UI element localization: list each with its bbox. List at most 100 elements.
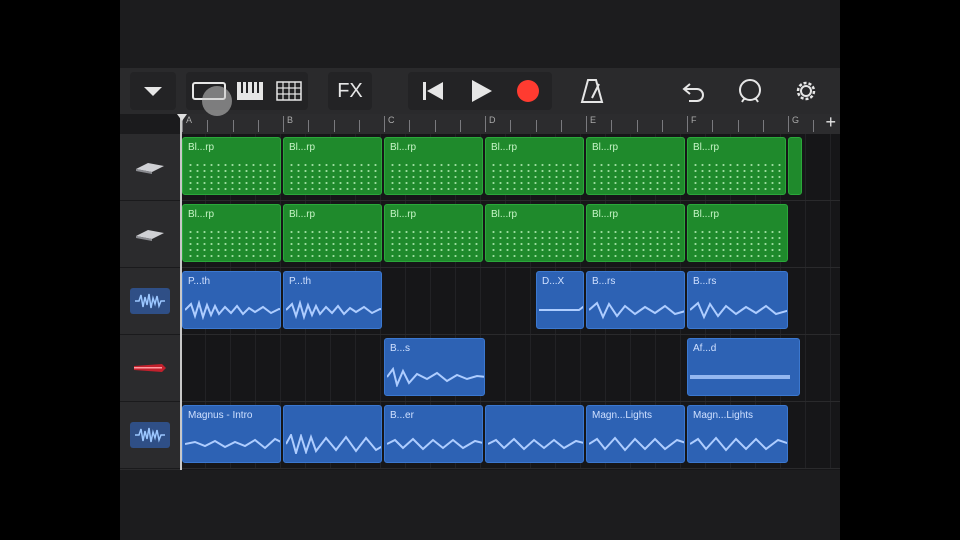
tracks-area[interactable]: Bl...rp Bl...rp Bl...rp Bl...rp Bl...rp … (180, 134, 840, 470)
audio-waveform-icon (130, 288, 170, 314)
midi-region[interactable]: Bl...rp (283, 204, 382, 262)
undo-button[interactable] (674, 72, 714, 110)
waveform (690, 375, 790, 379)
region-label: Magn...Lights (693, 410, 754, 421)
region-label: Magnus - Intro (188, 410, 253, 421)
audio-region[interactable]: P...th (182, 271, 281, 329)
waveform (185, 437, 280, 450)
ruler-tick (611, 120, 613, 132)
ruler-tick (485, 116, 486, 132)
transport-controls (408, 72, 552, 110)
midi-notes (490, 162, 579, 190)
audio-region[interactable] (485, 405, 584, 463)
region-label: Bl...rp (289, 209, 316, 220)
ruler-tick (560, 120, 562, 132)
region-label: P...th (289, 276, 312, 287)
timeline-ruler[interactable]: A B C D E F G + (180, 112, 840, 135)
midi-notes (692, 229, 783, 257)
midi-region[interactable]: Bl...rp (687, 137, 786, 195)
region-label: Bl...rp (289, 142, 316, 153)
play-icon[interactable] (469, 79, 493, 103)
track-lane: P...th P...th D...X B...rs B...rs (180, 268, 840, 335)
midi-region[interactable]: Bl...rp (384, 204, 483, 262)
midi-region[interactable]: Bl...rp (485, 204, 584, 262)
metronome-button[interactable] (572, 72, 612, 110)
audio-region[interactable]: D...X (536, 271, 584, 329)
settings-button[interactable] (786, 72, 826, 110)
track-header-audio[interactable] (120, 402, 180, 469)
rewind-icon[interactable] (421, 80, 445, 102)
chevron-down-icon (144, 86, 162, 96)
menu-button[interactable] (130, 72, 176, 110)
midi-region[interactable]: Bl...rp (384, 137, 483, 195)
track-header-audio[interactable] (120, 268, 180, 335)
track-header-synth[interactable] (120, 201, 180, 268)
audio-waveform-icon (130, 422, 170, 448)
region-label: B...s (390, 343, 411, 354)
ruler-tick (333, 120, 335, 132)
midi-region[interactable]: Bl...rp (182, 137, 281, 195)
midi-region[interactable]: Bl...rp (687, 204, 788, 262)
audio-region[interactable]: P...th (283, 271, 382, 329)
playhead-handle[interactable] (177, 114, 187, 121)
midi-notes (288, 229, 377, 257)
audio-region[interactable]: Af...d (687, 338, 800, 396)
bar-label: F (691, 115, 697, 125)
ruler-tick (358, 120, 360, 132)
track-lane: Bl...rp Bl...rp Bl...rp Bl...rp Bl...rp … (180, 201, 840, 268)
waveform (387, 437, 482, 451)
region-label: B...rs (592, 276, 616, 287)
midi-region[interactable]: Bl...rp (586, 137, 685, 195)
record-icon[interactable] (517, 80, 539, 102)
keyboard-icon[interactable] (236, 81, 264, 101)
audio-region[interactable]: Magn...Lights (687, 405, 788, 463)
ruler-tick (687, 116, 688, 132)
loop-browser-button[interactable] (730, 72, 770, 110)
audio-region[interactable]: Magn...Lights (586, 405, 685, 463)
midi-notes (591, 229, 680, 257)
region-label: Bl...rp (693, 209, 720, 220)
bar-label: C (388, 115, 395, 125)
playhead[interactable] (180, 114, 182, 470)
audio-region[interactable]: B...s (384, 338, 485, 396)
top-bar (120, 0, 840, 68)
loop-icon (739, 79, 761, 103)
ruler-tick (409, 120, 411, 132)
bar-label: G (792, 115, 800, 125)
midi-region[interactable]: Bl...rp (182, 204, 281, 262)
midi-region[interactable]: Bl...rp (283, 137, 382, 195)
bottom-area (120, 470, 840, 540)
midi-region[interactable]: Bl...rp (485, 137, 584, 195)
synth-icon (136, 230, 164, 241)
region-label: Magn...Lights (592, 410, 653, 421)
midi-notes (490, 229, 579, 257)
waveform (539, 305, 583, 311)
region-label: Bl...rp (390, 209, 417, 220)
audio-region[interactable]: B...er (384, 405, 483, 463)
region-label: Bl...rp (693, 142, 720, 153)
audio-region[interactable]: B...rs (586, 271, 685, 329)
track-lane: Magnus - Intro B...er Magn...Lights Magn… (180, 402, 840, 469)
add-section-button[interactable]: + (825, 112, 836, 133)
region-label: Bl...rp (188, 209, 215, 220)
ruler-tick (535, 120, 537, 132)
fx-button[interactable]: FX (328, 72, 372, 110)
region-label: Bl...rp (188, 142, 215, 153)
midi-region[interactable]: Bl...rp (586, 204, 685, 262)
midi-notes (692, 162, 781, 190)
track-header-synth[interactable] (120, 134, 180, 201)
waveform (589, 436, 684, 452)
ruler-tick (283, 116, 284, 132)
midi-notes (389, 162, 478, 190)
ruler-tick (257, 120, 259, 132)
midi-region[interactable] (788, 137, 802, 195)
ruler-tick (788, 116, 789, 132)
waveform (690, 301, 787, 320)
region-label: Bl...rp (491, 209, 518, 220)
audio-region[interactable]: Magnus - Intro (182, 405, 281, 463)
waveform (185, 300, 280, 320)
track-header-guitar[interactable] (120, 335, 180, 402)
audio-region[interactable]: B...rs (687, 271, 788, 329)
audio-region[interactable] (283, 405, 382, 463)
grid-icon[interactable] (276, 81, 302, 101)
